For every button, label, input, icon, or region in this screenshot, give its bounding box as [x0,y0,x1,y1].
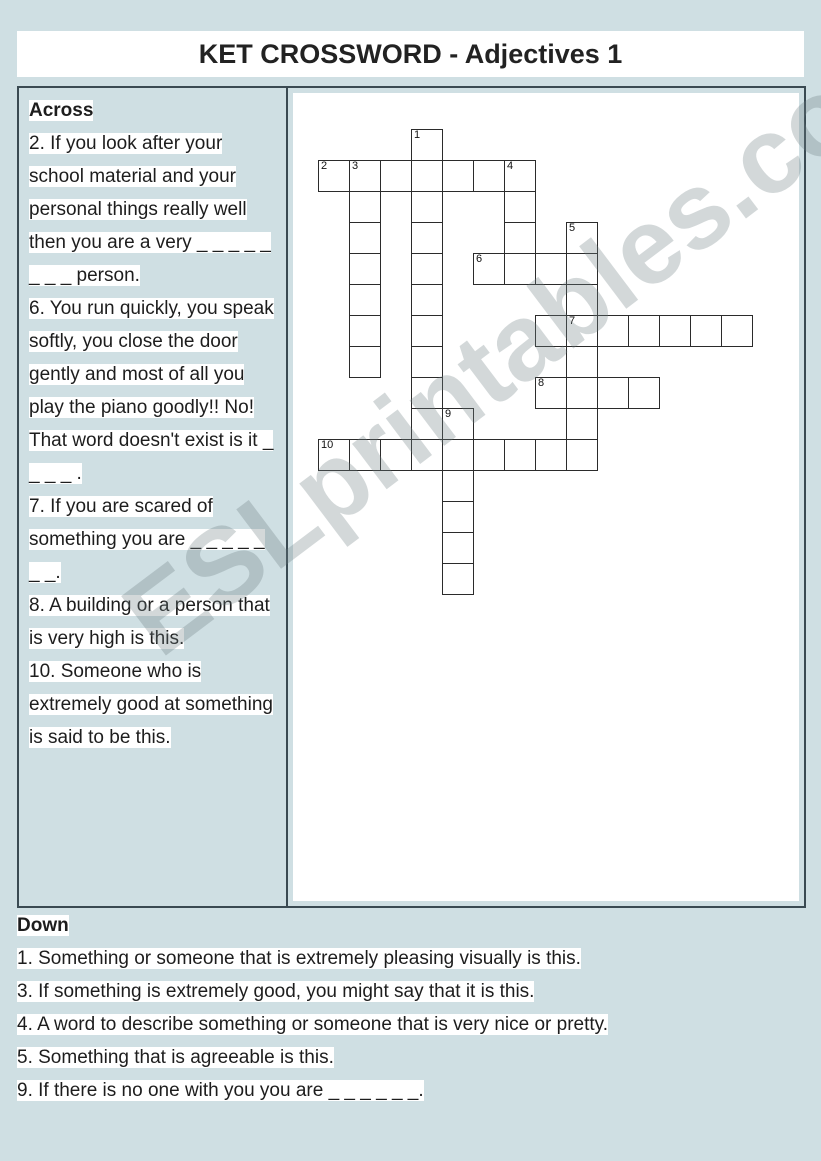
crossword-cell-numbered[interactable]: 3 [349,160,381,192]
crossword-cell[interactable] [628,377,660,409]
crossword-cell[interactable] [659,315,691,347]
crossword-cell[interactable] [566,377,598,409]
crossword-cell[interactable] [535,439,567,471]
crossword-cell-numbered[interactable]: 7 [566,315,598,347]
across-clue-2-text: 2. If you look after your school materia… [29,133,271,286]
across-clue-2: 2. If you look after your school materia… [29,127,280,292]
crossword-grid[interactable]: 1 2 3 4 5 6 7 8 9 10 [293,93,799,901]
crossword-cell[interactable] [628,315,660,347]
crossword-cell[interactable] [566,284,598,316]
crossword-cell-numbered[interactable]: 5 [566,222,598,254]
cell-number: 1 [414,129,421,141]
crossword-cell[interactable] [411,439,443,471]
crossword-cell[interactable] [566,346,598,378]
cell-number: 7 [569,315,576,327]
down-clue-1-text: 1. Something or someone that is extremel… [17,948,581,969]
crossword-cell-numbered[interactable]: 10 [318,439,350,471]
cell-number: 9 [445,408,452,420]
crossword-cell-numbered[interactable]: 2 [318,160,350,192]
across-clues-panel: Across 2. If you look after your school … [19,88,288,906]
crossword-cell[interactable] [442,501,474,533]
crossword-cell[interactable] [504,191,536,223]
page-title: KET CROSSWORD - Adjectives 1 [198,38,623,69]
crossword-cell[interactable] [411,377,443,409]
across-clue-10: 10. Someone who is extremely good at som… [29,655,280,754]
across-clue-7: 7. If you are scared of something you ar… [29,490,280,589]
crossword-cell[interactable] [597,377,629,409]
crossword-cell[interactable] [504,222,536,254]
cell-number: 3 [352,160,359,172]
down-clue-1: 1. Something or someone that is extremel… [17,942,807,975]
crossword-cell[interactable] [349,315,381,347]
crossword-cell[interactable] [442,439,474,471]
down-clue-4-text: 4. A word to describe something or someo… [17,1014,609,1035]
crossword-cell[interactable] [504,439,536,471]
down-clue-3: 3. If something is extremely good, you m… [17,975,807,1008]
down-heading-text: Down [17,915,69,936]
crossword-cell[interactable] [349,253,381,285]
down-clue-9-text: 9. If there is no one with you you are _… [17,1080,424,1101]
down-clue-9: 9. If there is no one with you you are _… [17,1074,807,1107]
crossword-cell[interactable] [411,408,443,440]
cell-number: 4 [507,160,514,172]
crossword-cell[interactable] [504,253,536,285]
crossword-cell-numbered[interactable]: 8 [535,377,567,409]
crossword-cell[interactable] [349,222,381,254]
crossword-cell[interactable] [411,315,443,347]
crossword-cell[interactable] [411,222,443,254]
crossword-cell-numbered[interactable]: 4 [504,160,536,192]
down-clue-4: 4. A word to describe something or someo… [17,1008,807,1041]
across-heading-text: Across [29,100,94,121]
crossword-cell[interactable] [411,284,443,316]
crossword-cell[interactable] [473,160,505,192]
crossword-cell[interactable] [566,253,598,285]
cell-number: 10 [321,439,334,451]
crossword-cell[interactable] [442,532,474,564]
crossword-cell[interactable] [380,160,412,192]
crossword-cell[interactable] [411,346,443,378]
worksheet-page: KET CROSSWORD - Adjectives 1 Across 2. I… [0,0,821,1161]
across-heading: Across [29,94,280,127]
crossword-cell[interactable] [535,315,567,347]
cell-number: 6 [476,253,483,265]
crossword-cell[interactable] [349,346,381,378]
down-clue-5: 5. Something that is agreeable is this. [17,1041,807,1074]
crossword-cell[interactable] [690,315,722,347]
down-clues-panel: Down 1. Something or someone that is ext… [17,910,807,1107]
crossword-cell[interactable] [442,160,474,192]
crossword-cell[interactable] [566,408,598,440]
crossword-cell[interactable] [349,191,381,223]
across-clue-10-text: 10. Someone who is extremely good at som… [29,661,273,748]
crossword-cell[interactable] [380,439,412,471]
crossword-cell[interactable] [411,160,443,192]
crossword-cell[interactable] [442,563,474,595]
crossword-cell[interactable] [721,315,753,347]
cell-number: 5 [569,222,576,234]
crossword-cell[interactable] [535,253,567,285]
across-clue-8-text: 8. A building or a person that is very h… [29,595,270,649]
across-clue-8: 8. A building or a person that is very h… [29,589,280,655]
crossword-cell[interactable] [349,439,381,471]
crossword-cell-numbered[interactable]: 9 [442,408,474,440]
cell-number: 8 [538,377,545,389]
crossword-cell-numbered[interactable]: 6 [473,253,505,285]
crossword-cell[interactable] [597,315,629,347]
down-heading: Down [17,910,807,942]
crossword-cell[interactable] [411,253,443,285]
across-clue-6-text: 6. You run quickly, you speak softly, yo… [29,298,274,484]
crossword-cell[interactable] [411,191,443,223]
across-clue-7-text: 7. If you are scared of something you ar… [29,496,265,583]
crossword-cell-numbered[interactable]: 1 [411,129,443,161]
crossword-cell[interactable] [442,470,474,502]
cell-number: 2 [321,160,328,172]
down-clue-3-text: 3. If something is extremely good, you m… [17,981,535,1002]
crossword-cell[interactable] [473,439,505,471]
down-clue-5-text: 5. Something that is agreeable is this. [17,1047,334,1068]
crossword-cell[interactable] [566,439,598,471]
worksheet-title-bar: KET CROSSWORD - Adjectives 1 [17,31,804,77]
main-content-table: Across 2. If you look after your school … [17,86,806,908]
crossword-cell[interactable] [349,284,381,316]
across-clue-6: 6. You run quickly, you speak softly, yo… [29,292,280,490]
